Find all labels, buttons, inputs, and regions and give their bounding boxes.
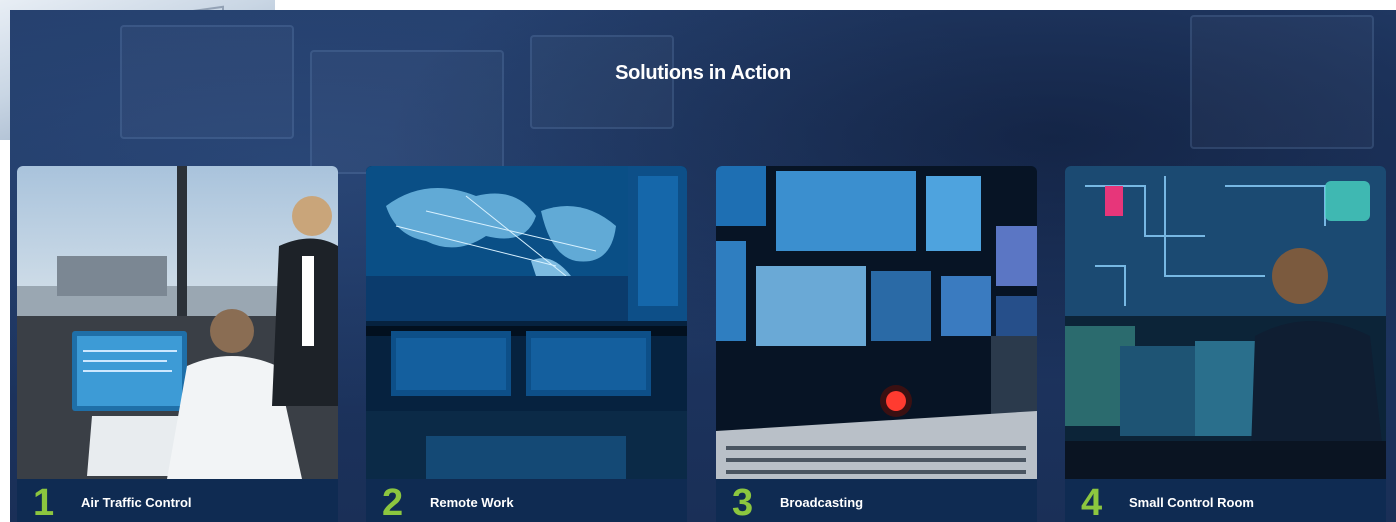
card-number: 4 — [1081, 482, 1103, 522]
card-label: Small Control Room — [1129, 495, 1254, 510]
card-label: Remote Work — [430, 495, 514, 510]
solution-card-small-control-room[interactable]: 4 Small Control Room — [1065, 166, 1386, 522]
card-footer: 4 Small Control Room — [1065, 479, 1386, 522]
broadcasting-image — [716, 166, 1037, 479]
section-title: Solutions in Action — [615, 62, 791, 84]
air-traffic-control-image — [17, 166, 338, 479]
card-number: 1 — [33, 482, 55, 522]
card-number: 2 — [382, 482, 404, 522]
solution-card-broadcasting[interactable]: 3 Broadcasting — [716, 166, 1037, 522]
card-number: 3 — [732, 482, 754, 522]
small-control-room-image — [1065, 166, 1386, 479]
card-footer: 1 Air Traffic Control — [17, 479, 338, 522]
card-footer: 3 Broadcasting — [716, 479, 1037, 522]
card-footer: 2 Remote Work — [366, 479, 687, 522]
solutions-section: Solutions in Action 1 Air Traffic Contro… — [10, 10, 1396, 522]
remote-work-image — [366, 166, 687, 479]
card-label: Broadcasting — [780, 495, 864, 510]
solution-card-air-traffic-control[interactable]: 1 Air Traffic Control — [17, 166, 338, 522]
card-label: Air Traffic Control — [81, 495, 192, 510]
solution-card-remote-work[interactable]: 2 Remote Work — [366, 166, 687, 522]
